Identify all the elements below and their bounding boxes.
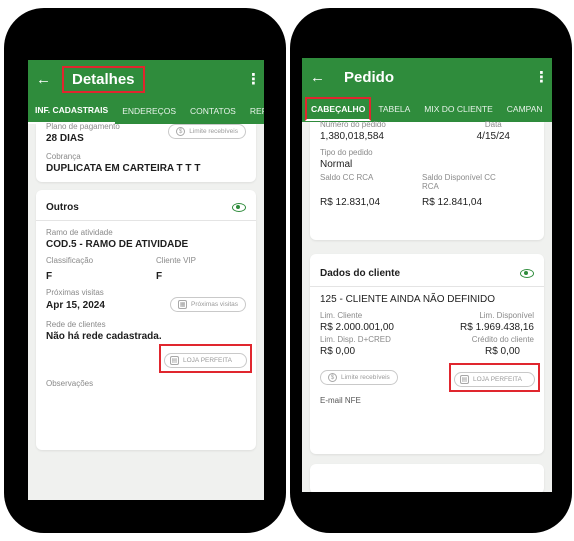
notes-label: Observações <box>46 379 94 388</box>
network-value: Não há rede cadastrada. <box>46 331 162 342</box>
loja-perfeita-button[interactable]: ▤ LOJA PERFEITA <box>163 353 247 368</box>
order-date-value: 4/15/24 <box>476 131 510 142</box>
vip-label: Cliente VIP <box>155 256 196 265</box>
eye-icon[interactable] <box>232 203 246 212</box>
arrow-left-icon[interactable]: ← <box>310 69 332 86</box>
order-number-label: Número do pedido <box>320 120 386 129</box>
billing-label: Cobrança <box>46 152 81 161</box>
loja-perfeita-button[interactable]: ▤ LOJA PERFEITA <box>453 372 535 387</box>
visits-value: Apr 15, 2024 <box>46 300 105 311</box>
order-screen: ← Pedido ⋮ CABEÇALHO TABELA MIX DO CLIEN… <box>302 58 552 492</box>
cc-avail-label: Saldo Disponível CC RCA <box>422 173 496 191</box>
activity-label: Ramo de atividade <box>46 228 113 237</box>
activity-value: COD.5 - RAMO DE ATIVIDADE <box>46 239 189 250</box>
tab-mix-do-cliente[interactable]: MIX DO CLIENTE <box>417 96 499 122</box>
cc-avail-value: R$ 12.841,04 <box>422 197 483 208</box>
outros-card: Outros Ramo de atividade COD.5 - RAMO DE… <box>36 190 256 450</box>
kebab-icon[interactable]: ⋮ <box>246 70 261 88</box>
divider <box>310 286 544 287</box>
store-highlight: ▤ LOJA PERFEITA <box>448 363 540 392</box>
limit-receivables-button[interactable]: $ Limite recebíveis <box>168 124 246 139</box>
details-screen: ← Detalhes ⋮ INF. CADASTRAIS ENDEREÇOS C… <box>28 60 264 500</box>
phone-frame-left: ← Detalhes ⋮ INF. CADASTRAIS ENDEREÇOS C… <box>4 8 286 533</box>
page-title: Detalhes <box>62 65 145 93</box>
visits-label: Próximas visitas <box>46 288 104 297</box>
tab-enderecos[interactable]: ENDEREÇOS <box>115 98 183 124</box>
store-highlight: ▤ LOJA PERFEITA <box>158 344 252 373</box>
tab-cabecalho[interactable]: CABEÇALHO <box>305 97 372 121</box>
arrow-left-icon[interactable]: ← <box>36 71 58 88</box>
dollar-icon: $ <box>328 373 337 382</box>
vip-value: F <box>155 271 163 282</box>
order-type-label: Tipo do pedido <box>320 148 373 157</box>
next-visits-button[interactable]: ▦ Próximas visitas <box>170 297 246 312</box>
next-card <box>310 464 544 492</box>
cc-value: R$ 12.831,04 <box>320 197 381 208</box>
tab-campanha[interactable]: CAMPAN <box>500 96 550 122</box>
cc-label: Saldo CC RCA <box>320 173 374 182</box>
app-bar: ← Pedido ⋮ <box>302 58 552 96</box>
billing-value: DUPLICATA EM CARTEIRA T T T <box>46 163 201 174</box>
client-avail-value: R$ 1.969.438,16 <box>460 322 534 333</box>
limit-receivables-button[interactable]: $ Limite recebíveis <box>320 370 398 385</box>
phone-frame-right: ← Pedido ⋮ CABEÇALHO TABELA MIX DO CLIEN… <box>290 8 572 533</box>
class-value: F <box>46 271 53 282</box>
payment-card: Plano de pagamento 28 DIAS $ Limite rece… <box>36 122 256 182</box>
kebab-icon[interactable]: ⋮ <box>534 68 549 86</box>
section-title-outros: Outros <box>46 202 79 213</box>
page-title: Pedido <box>344 68 395 86</box>
client-card: Dados do cliente 125 - CLIENTE AINDA NÃO… <box>310 254 544 454</box>
divider <box>36 220 256 221</box>
dollar-icon: $ <box>176 127 186 136</box>
email-label: E-mail NFE <box>320 396 361 405</box>
client-disp-label: Lim. Disp. D+CRED <box>320 335 391 344</box>
client-limit-label: Lim. Cliente <box>320 311 363 320</box>
client-disp-value: R$ 0,00 <box>320 346 356 357</box>
network-label: Rede de clientes <box>46 320 106 329</box>
order-type-value: Normal <box>320 159 353 170</box>
calendar-icon: ▦ <box>178 300 188 309</box>
app-bar: ← Detalhes ⋮ <box>28 60 264 98</box>
eye-icon[interactable] <box>520 269 534 278</box>
order-card: Número do pedido 1,380,018,584 Data 4/15… <box>310 120 544 240</box>
order-date-label: Data <box>484 120 502 129</box>
client-credit-value: R$ 0,00 <box>484 346 520 357</box>
payment-label: Plano de pagamento <box>46 122 120 131</box>
tab-bar: CABEÇALHO TABELA MIX DO CLIENTE CAMPAN <box>302 96 552 122</box>
section-title-client: Dados do cliente <box>320 268 401 279</box>
store-icon: ▤ <box>459 375 469 384</box>
client-name: 125 - CLIENTE AINDA NÃO DEFINIDO <box>320 294 496 305</box>
tab-tabela[interactable]: TABELA <box>371 96 417 122</box>
tab-bar: INF. CADASTRAIS ENDEREÇOS CONTATOS REF. … <box>28 98 264 124</box>
class-label: Classificação <box>46 256 94 265</box>
client-credit-label: Crédito do cliente <box>471 335 534 344</box>
order-number-value: 1,380,018,584 <box>320 131 384 142</box>
store-icon: ▤ <box>169 356 179 365</box>
tab-ref[interactable]: REF. C <box>243 98 264 124</box>
client-avail-label: Lim. Disponível <box>479 311 534 320</box>
tab-contatos[interactable]: CONTATOS <box>183 98 243 124</box>
payment-value: 28 DIAS <box>46 133 84 144</box>
client-limit-value: R$ 2.000.001,00 <box>320 322 394 333</box>
tab-inf-cadastrais[interactable]: INF. CADASTRAIS <box>28 98 116 124</box>
